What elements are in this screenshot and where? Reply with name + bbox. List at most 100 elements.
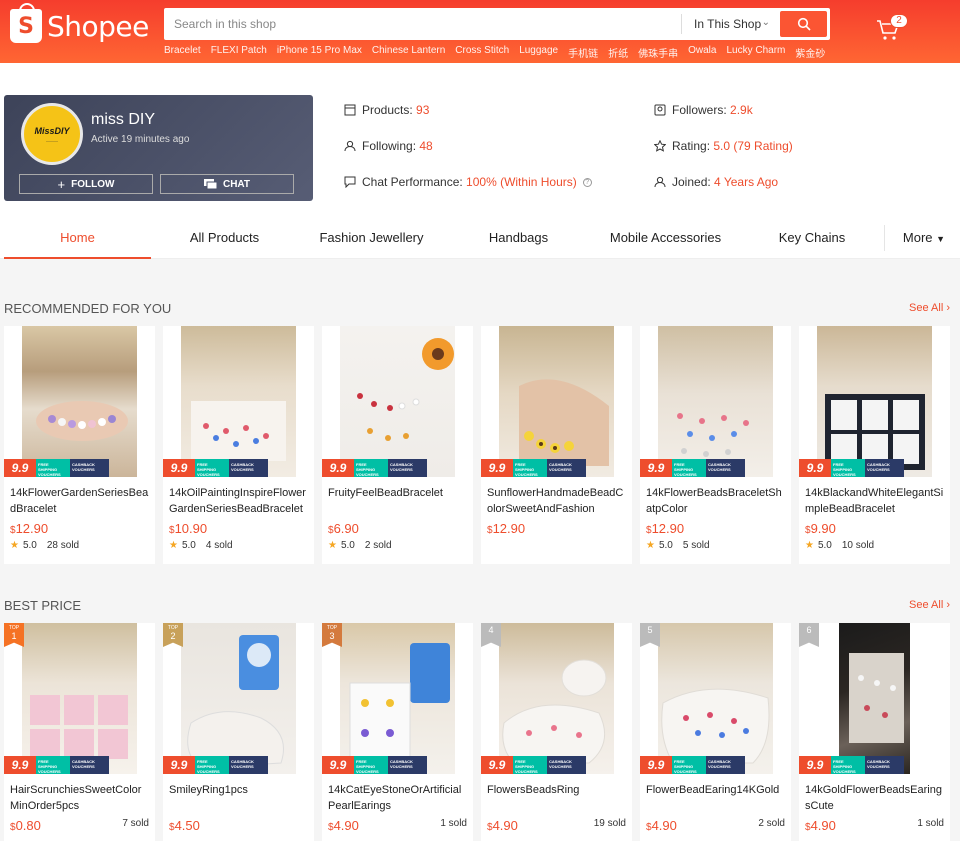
- top-rank-badge: TOP 1: [4, 623, 24, 647]
- rating-value: 5.0: [658, 540, 673, 551]
- price-value: 0.80: [15, 818, 41, 833]
- products-value: 93: [416, 103, 430, 117]
- user-icon: [654, 176, 666, 188]
- logo-text: Shopee: [47, 9, 149, 43]
- search-hint[interactable]: Bracelet: [164, 45, 201, 60]
- search-hint[interactable]: Cross Stitch: [455, 45, 509, 60]
- promo-banner: 9.9 FREE SHIPPING VOUCHERS CASHBACK VOUCHE…: [4, 756, 109, 774]
- chat-button[interactable]: CHAT: [160, 174, 294, 194]
- product-card[interactable]: 9.9 FREE SHIPPING VOUCHERS CASHBACK VOUCHE…: [163, 326, 314, 564]
- promo-banner: 9.9 FREE SHIPPING VOUCHERS CASHBACK VOUCHE…: [481, 756, 586, 774]
- product-photo: [181, 326, 296, 477]
- shop-avatar[interactable]: MissDIY ———: [21, 103, 83, 165]
- free-shipping-badge: FREE SHIPPING VOUCHERS: [672, 459, 706, 477]
- best-price-see-all-link[interactable]: See All ›: [909, 599, 950, 611]
- product-meta: ★ 5.0 10 sold: [799, 536, 950, 551]
- shopee-bag-icon: S: [10, 3, 42, 43]
- tab-handbags[interactable]: Handbags: [446, 219, 591, 259]
- search-button[interactable]: [780, 11, 827, 37]
- product-thumbnail: 6 9.9 FREE SHIPPING VOUCHERS CASHBACK VOUC…: [799, 623, 950, 774]
- product-card[interactable]: 9.9 FREE SHIPPING VOUCHERS CASHBACK VOUCHE…: [4, 326, 155, 564]
- see-all-label: See All: [909, 302, 944, 314]
- product-price: $4.50: [163, 814, 314, 833]
- stat-rating: Rating: 5.0 (79 Rating): [654, 139, 793, 153]
- search-icon: [797, 17, 811, 31]
- chat-bubble-icon: [344, 176, 356, 188]
- search-scope-label: In This Shop: [694, 17, 762, 31]
- free-shipping-badge: FREE SHIPPING VOUCHERS: [36, 756, 70, 774]
- sale-badge: 9.9: [4, 756, 36, 774]
- product-photo: [22, 326, 137, 477]
- chevron-right-icon: ›: [946, 302, 950, 314]
- stat-following: Following: 48: [344, 139, 433, 153]
- tab-fashion-jewellery[interactable]: Fashion Jewellery: [298, 219, 445, 259]
- price-value: 4.90: [651, 818, 677, 833]
- product-card[interactable]: 9.9 FREE SHIPPING VOUCHERS CASHBACK VOUCHE…: [481, 326, 632, 564]
- product-name: SmileyRing1pcs: [169, 784, 248, 796]
- product-card[interactable]: 4 9.9 FREE SHIPPING VOUCHERS CASHBACK VOUC…: [481, 623, 632, 841]
- product-name: FlowerBeadEaring14KGold: [646, 784, 780, 796]
- recommended-see-all-link[interactable]: See All ›: [909, 302, 950, 314]
- cashback-badge: CASHBACK VOUCHERS: [865, 459, 904, 477]
- promo-banner: 9.9 FREE SHIPPING VOUCHERS CASHBACK VOUCHE…: [4, 459, 109, 477]
- sold-count: 7 sold: [122, 818, 149, 829]
- shopee-logo[interactable]: S Shopee: [10, 3, 149, 44]
- search-hint[interactable]: iPhone 15 Pro Max: [277, 45, 362, 60]
- star-icon: ★: [328, 540, 337, 551]
- product-card[interactable]: 6 9.9 FREE SHIPPING VOUCHERS CASHBACK VOUC…: [799, 623, 950, 841]
- product-price: $4.90 1 sold: [322, 814, 473, 833]
- product-card[interactable]: 9.9 FREE SHIPPING VOUCHERS CASHBACK VOUCHE…: [322, 326, 473, 564]
- sold-count: 19 sold: [593, 818, 626, 829]
- price-value: 4.90: [492, 818, 518, 833]
- rating-label: Rating:: [672, 139, 714, 153]
- product-meta: ★ 5.0 4 sold: [163, 536, 314, 551]
- search-hint[interactable]: 手机链: [568, 45, 598, 60]
- promo-banner: 9.9 FREE SHIPPING VOUCHERS CASHBACK VOUCHE…: [163, 459, 268, 477]
- product-card[interactable]: 9.9 FREE SHIPPING VOUCHERS CASHBACK VOUCHE…: [799, 326, 950, 564]
- tab-home[interactable]: Home: [4, 219, 151, 259]
- product-photo: [340, 326, 455, 477]
- shop-card: MissDIY ——— miss DIY Active 19 minutes a…: [4, 95, 313, 201]
- product-card[interactable]: TOP 1 9.9 FREE SHIPPING VOUCHERS CASHBACK V…: [4, 623, 155, 841]
- price-value: 4.90: [810, 818, 836, 833]
- promo-banner: 9.9 FREE SHIPPING VOUCHERS CASHBACK VOUCHE…: [322, 756, 427, 774]
- tab-key-chains[interactable]: Key Chains: [740, 219, 884, 259]
- product-card[interactable]: TOP 3 9.9 FREE SHIPPING VOUCHERS CASHBACK V…: [322, 623, 473, 841]
- product-card[interactable]: 9.9 FREE SHIPPING VOUCHERS CASHBACK VOUCHE…: [640, 326, 791, 564]
- product-card[interactable]: 5 9.9 FREE SHIPPING VOUCHERS CASHBACK VOUC…: [640, 623, 791, 841]
- rank-badge: 4: [481, 623, 501, 647]
- free-shipping-badge: FREE SHIPPING VOUCHERS: [513, 756, 547, 774]
- following-label: Following:: [362, 139, 420, 153]
- tab-all-products[interactable]: All Products: [152, 219, 297, 259]
- product-card[interactable]: TOP 2 9.9 FREE SHIPPING VOUCHERS CASHBACK V…: [163, 623, 314, 841]
- promo-banner: 9.9 FREE SHIPPING VOUCHERS CASHBACK VOUCHE…: [322, 459, 427, 477]
- follow-button[interactable]: + FOLLOW: [19, 174, 153, 194]
- price-value: 12.90: [15, 521, 49, 536]
- product-name: 14kCatEyeStoneOrArtificialPearlEarings: [328, 784, 462, 812]
- search-hint[interactable]: 折纸: [608, 45, 628, 60]
- search-hint[interactable]: Chinese Lantern: [372, 45, 445, 60]
- tab-more[interactable]: More ▼: [893, 219, 955, 259]
- product-thumbnail: 9.9 FREE SHIPPING VOUCHERS CASHBACK VOUCHE…: [163, 326, 314, 477]
- tab-mobile-accessories[interactable]: Mobile Accessories: [592, 219, 739, 259]
- best-price-grid: TOP 1 9.9 FREE SHIPPING VOUCHERS CASHBACK V…: [4, 623, 956, 841]
- search-hint[interactable]: Luggage: [519, 45, 558, 60]
- product-photo: [658, 326, 773, 477]
- search-hint[interactable]: FLEXI Patch: [211, 45, 267, 60]
- free-shipping-badge: FREE SHIPPING VOUCHERS: [513, 459, 547, 477]
- help-icon[interactable]: ?: [582, 177, 592, 187]
- search-input[interactable]: [164, 8, 681, 40]
- product-thumbnail: 9.9 FREE SHIPPING VOUCHERS CASHBACK VOUCHE…: [640, 326, 791, 477]
- search-hint[interactable]: Owala: [688, 45, 716, 60]
- product-price: $12.90: [640, 517, 791, 536]
- search-hint[interactable]: Lucky Charm: [726, 45, 785, 60]
- cashback-badge: CASHBACK VOUCHERS: [388, 459, 427, 477]
- plus-icon: +: [57, 176, 66, 192]
- sale-badge: 9.9: [163, 459, 195, 477]
- search-hint[interactable]: 佛珠手串: [638, 45, 678, 60]
- search-scope-dropdown[interactable]: In This Shop ⌄: [681, 14, 776, 34]
- price-value: 6.90: [333, 521, 359, 536]
- product-thumbnail: TOP 1 9.9 FREE SHIPPING VOUCHERS CASHBACK V…: [4, 623, 155, 774]
- search-hint[interactable]: 紫金砂: [795, 45, 825, 60]
- rating-value: 5.0: [340, 540, 355, 551]
